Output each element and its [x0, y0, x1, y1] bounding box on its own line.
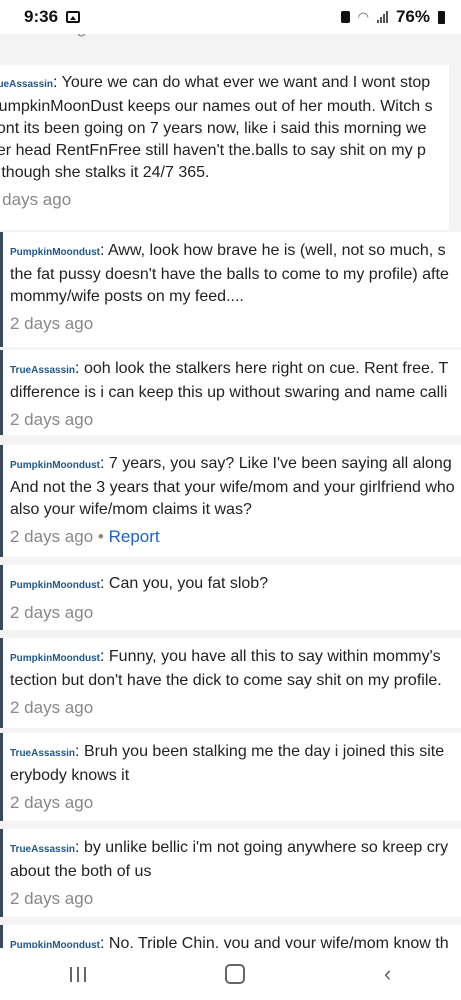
reply-timestamp: 2 days ago — [10, 698, 94, 717]
gallery-icon — [66, 11, 81, 23]
home-icon[interactable] — [224, 964, 245, 984]
reply-timestamp: 2 days ago — [10, 793, 94, 812]
comment-username[interactable]: TrueAssassin — [0, 79, 53, 90]
reply-item: TrueAssassin: Bruh you been stalking me … — [0, 733, 461, 821]
reply-timestamp: 2 days ago — [10, 889, 94, 908]
reply-text: No, Triple Chin, you and your wife/mom k… — [108, 935, 449, 948]
reply-text: by unlike bellic i'm not going anywhere … — [10, 839, 449, 880]
comment-line: PumpkinMoonDust keeps our names out of h… — [0, 98, 433, 115]
battery-percent: 76% — [395, 7, 430, 26]
status-bar: 9:36 ◠ 76% — [0, 0, 461, 34]
reply-item: TrueAssassin: by unlike bellic i'm not g… — [0, 829, 461, 917]
reply-username[interactable]: PumpkinMoondust — [10, 653, 100, 664]
reply-timestamp: 2 days ago — [10, 603, 94, 622]
report-link[interactable]: Report — [109, 527, 160, 546]
back-icon[interactable]: ‹ — [384, 961, 391, 987]
recent-apps-icon[interactable] — [69, 966, 86, 982]
comment-truassassin: TrueAssassin: Youre we can do what ever … — [0, 65, 449, 230]
reply-username[interactable]: TrueAssassin — [10, 844, 75, 855]
reply-text: ooh look the stalkers here right on cue.… — [10, 360, 448, 401]
comment-thread: 2 hours ago TrueAssassin: Youre we can d… — [0, 0, 461, 948]
wifi-icon: ◠ — [357, 9, 369, 24]
reply-username[interactable]: PumpkinMoondust — [10, 940, 100, 948]
comment-line: dont its been going on 7 years now, like… — [0, 120, 427, 137]
reply-username[interactable]: TrueAssassin — [10, 748, 75, 759]
reply-item: PumpkinMoondust: No, Triple Chin, you an… — [0, 925, 461, 948]
reply-timestamp: 2 days ago — [10, 314, 94, 333]
comment-line: TrueAssassin: Youre we can do what ever … — [0, 72, 449, 96]
reply-username[interactable]: PumpkinMoondust — [10, 247, 100, 258]
comment-text: Youre we can do what ever we want and I … — [61, 74, 431, 91]
battery-icon — [438, 10, 445, 24]
reply-item: PumpkinMoondust: Can you, you fat slob? … — [0, 565, 461, 630]
reply-item: PumpkinMoondust: Funny, you have all thi… — [0, 638, 461, 728]
reply-item: TrueAssassin: ooh look the stalkers here… — [0, 350, 461, 435]
lock-icon — [340, 11, 350, 23]
system-nav-bar: ‹ — [0, 948, 461, 1000]
reply-item: PumpkinMoondust: 7 years, you say? Like … — [0, 445, 461, 557]
reply-item: PumpkinMoondust: Aww, look how brave he … — [0, 232, 461, 347]
reply-timestamp: 2 days ago — [10, 410, 94, 429]
reply-text: Bruh you been stalking me the day i join… — [10, 743, 445, 784]
reply-timestamp: 2 days ago — [10, 527, 94, 546]
reply-username[interactable]: PumpkinMoondust — [10, 460, 100, 471]
comment-timestamp: 2 days ago — [0, 190, 72, 209]
clock: 9:36 — [24, 7, 59, 26]
reply-username[interactable]: TrueAssassin — [10, 365, 75, 376]
comment-line: e though she stalks it 24/7 365. — [0, 164, 210, 181]
comment-line: her head RentFnFree still haven't the.ba… — [0, 142, 426, 159]
signal-icon — [376, 11, 388, 23]
reply-text: Can you, you fat slob? — [108, 575, 269, 592]
reply-username[interactable]: PumpkinMoondust — [10, 580, 100, 591]
